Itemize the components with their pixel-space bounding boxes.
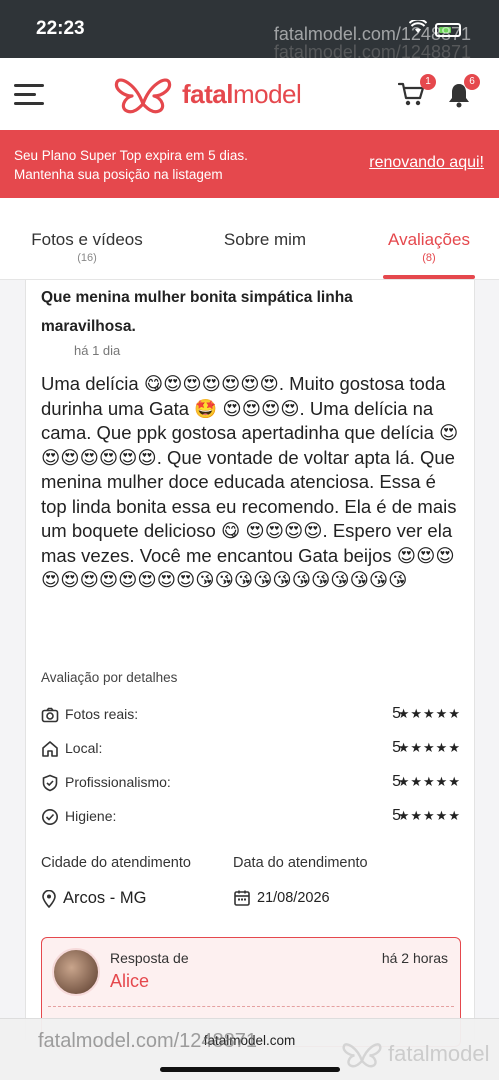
star-rating: ★★★★★ xyxy=(397,808,461,823)
status-time: 22:23 xyxy=(36,18,85,39)
watermark-bottom: fatalmodel.com/1248871 xyxy=(38,1030,258,1052)
app-header: fatalmodel.com/1248871 fatalmodel 1 6 xyxy=(0,42,499,130)
date-value-row: 21/08/2026 xyxy=(233,889,330,907)
butterfly-watermark-icon xyxy=(342,1043,382,1068)
cart-button[interactable]: 1 xyxy=(397,74,436,113)
profile-tabs: Fotos e vídeos (16) Sobre mim Avaliações… xyxy=(0,198,499,280)
review-body: Uma delícia 😋😍😍😍😍😍😍. Muito gostosa toda … xyxy=(41,373,459,590)
city-value: Arcos - MG xyxy=(63,889,147,907)
promo-message: Seu Plano Super Top expira em 5 dias. Ma… xyxy=(14,148,248,182)
plan-expiry-banner: Seu Plano Super Top expira em 5 dias. Ma… xyxy=(0,130,499,198)
calendar-icon xyxy=(234,890,250,906)
date-value: 21/08/2026 xyxy=(257,890,330,906)
star-rating: ★★★★★ xyxy=(397,706,461,721)
reply-divider xyxy=(48,1006,454,1007)
rating-row-professionalism: Profissionalismo: 5 ★★★★★ xyxy=(41,772,461,794)
city-label: Cidade do atendimento xyxy=(41,855,191,871)
cart-badge: 1 xyxy=(420,74,436,90)
shield-check-icon xyxy=(42,774,58,792)
rating-row-hygiene: Higiene: 5 ★★★★★ xyxy=(41,806,461,828)
rating-row-photos: Fotos reais: 5 ★★★★★ xyxy=(41,704,461,726)
reply-label: Resposta de xyxy=(110,950,189,966)
notifications-button[interactable]: 6 xyxy=(448,74,480,113)
review-time: há 1 dia xyxy=(74,343,121,358)
watermark-top-2: fatalmodel.com/1248871 xyxy=(273,42,471,62)
reply-time: há 2 horas xyxy=(381,950,448,966)
avatar xyxy=(52,948,100,996)
details-heading: Avaliação por detalhes xyxy=(41,670,178,685)
home-icon xyxy=(42,741,58,757)
rating-row-location: Local: 5 ★★★★★ xyxy=(41,738,461,760)
city-value-row: Arcos - MG xyxy=(41,889,146,908)
reply-author-name[interactable]: Alice xyxy=(110,971,149,992)
star-rating: ★★★★★ xyxy=(397,740,461,755)
watermark-logo: fatalmodel xyxy=(342,1040,490,1068)
active-tab-indicator xyxy=(383,275,475,279)
check-circle-icon xyxy=(42,809,58,825)
map-pin-icon xyxy=(42,889,56,908)
star-rating: ★★★★★ xyxy=(397,774,461,789)
tab-photos-videos[interactable]: Fotos e vídeos (16) xyxy=(22,230,152,264)
renew-link[interactable]: renovando aqui! xyxy=(369,154,484,172)
date-label: Data do atendimento xyxy=(233,855,368,871)
tab-reviews[interactable]: Avaliações (8) xyxy=(380,230,478,264)
review-title: Que menina mulher bonita simpática linha… xyxy=(41,289,353,335)
tab-about-me[interactable]: Sobre mim xyxy=(210,230,320,250)
camera-icon xyxy=(41,707,59,723)
logo-text: fatalmodel xyxy=(182,78,302,109)
logo[interactable]: fatalmodel xyxy=(114,74,302,114)
home-indicator[interactable] xyxy=(160,1067,340,1072)
butterfly-logo-icon xyxy=(114,78,172,114)
hamburger-menu-icon[interactable] xyxy=(14,84,44,106)
review-card: Que menina mulher bonita simpática linha… xyxy=(25,280,475,1047)
notifications-badge: 6 xyxy=(464,74,480,90)
